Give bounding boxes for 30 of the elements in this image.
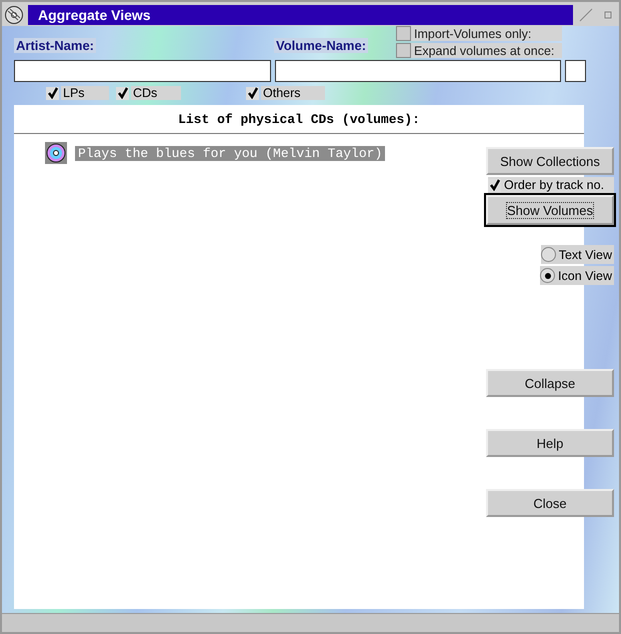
text-field[interactable] [14,60,271,82]
action-button[interactable]: Help [486,429,614,457]
radio-label: Text View [558,248,612,262]
radio-label: Icon View [558,268,612,282]
action-button[interactable]: Show Collections [486,147,614,175]
text-field[interactable] [275,60,561,82]
cd-icon [45,142,67,164]
action-button[interactable]: Collapse [486,369,614,397]
checkbox[interactable] [488,178,501,192]
checkbox[interactable] [396,43,411,58]
checkbox-label: Order by track no. [504,178,604,192]
field-label: Volume-Name: [274,38,368,53]
window-title: Aggregate Views [28,5,573,25]
option-label: Import-Volumes only: [414,26,532,40]
checkbox[interactable] [246,86,259,100]
list-heading: List of physical CDs (volumes): [14,105,584,134]
checkbox[interactable] [46,86,59,100]
field-label: Artist-Name: [14,38,96,53]
action-button[interactable]: Show Volumes [486,195,614,225]
checkbox[interactable] [116,86,129,100]
radio-button[interactable] [540,268,556,283]
checkbox-label: CDs [131,86,182,100]
radio-button[interactable] [540,247,556,262]
checkbox[interactable] [396,26,411,41]
checkbox-label: LPs [61,86,109,100]
checkbox-label: Others [261,86,325,100]
option-label: Expand volumes at once: [414,44,556,58]
action-button[interactable]: Close [486,489,614,517]
text-field[interactable] [565,60,586,82]
disc-icon[interactable] [4,5,24,25]
